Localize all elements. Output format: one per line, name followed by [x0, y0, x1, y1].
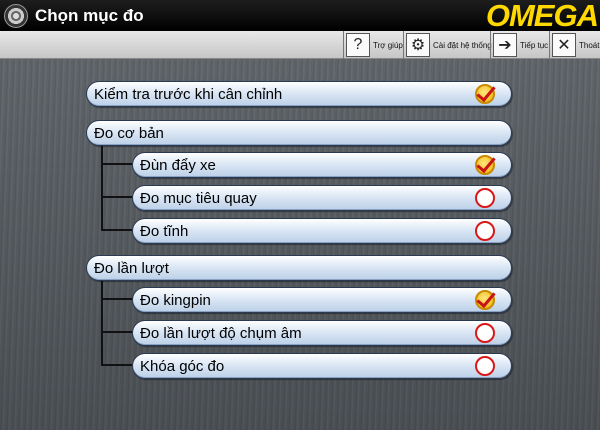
exit-label: Thoát — [579, 40, 600, 50]
next-label: Tiếp tục — [520, 40, 549, 50]
basic-group-header[interactable]: Đo cơ bản — [86, 120, 512, 146]
help-label: Trợ giúp — [373, 40, 403, 50]
wheel-icon — [4, 3, 28, 28]
tree-connector — [101, 145, 132, 165]
sequential-group-label: Đo lần lượt — [94, 259, 169, 277]
sequential-item-lock[interactable]: Khóa góc đo — [132, 353, 512, 379]
checkmark-icon[interactable] — [475, 84, 495, 104]
precheck-item[interactable]: Kiểm tra trước khi cân chỉnh — [86, 81, 512, 107]
toolbar-separator — [549, 31, 550, 59]
settings-button[interactable]: ⚙ Cài đặt hệ thống — [406, 32, 492, 58]
tree-connector — [101, 300, 132, 333]
basic-item-push[interactable]: Đùn đẩy xe — [132, 152, 512, 178]
item-label: Đo lần lượt độ chụm âm — [140, 324, 302, 342]
next-arrow-icon: ➔ — [493, 33, 517, 57]
settings-label: Cài đặt hệ thống — [433, 40, 492, 50]
question-icon: ? — [346, 33, 370, 57]
sequential-item-toe[interactable]: Đo lần lượt độ chụm âm — [132, 320, 512, 346]
item-label: Đo tĩnh — [140, 222, 189, 240]
basic-group-label: Đo cơ bản — [94, 124, 164, 142]
item-label: Khóa góc đo — [140, 357, 225, 375]
radio-circle-icon[interactable] — [475, 221, 495, 241]
item-label: Đo mục tiêu quay — [140, 189, 257, 207]
sequential-item-kingpin[interactable]: Đo kingpin — [132, 287, 512, 313]
tree-connector — [101, 280, 132, 300]
item-label: Đo kingpin — [140, 291, 211, 309]
title-bar: Chọn mục đo OMEGA — [0, 0, 600, 31]
gear-icon: ⚙ — [406, 33, 430, 57]
help-button[interactable]: ? Trợ giúp — [346, 32, 403, 58]
precheck-label: Kiểm tra trước khi cân chỉnh — [94, 85, 283, 103]
basic-item-static[interactable]: Đo tĩnh — [132, 218, 512, 244]
checkmark-icon[interactable] — [475, 290, 495, 310]
sequential-group-header[interactable]: Đo lần lượt — [86, 255, 512, 281]
omega-logo: OMEGA — [485, 0, 599, 33]
toolbar-separator — [403, 31, 404, 59]
checkmark-icon[interactable] — [475, 155, 495, 175]
toolbar: ? Trợ giúp ⚙ Cài đặt hệ thống ➔ Tiếp tục… — [0, 31, 600, 59]
window-title: Chọn mục đo — [35, 5, 144, 25]
radio-circle-icon[interactable] — [475, 356, 495, 376]
radio-circle-icon[interactable] — [475, 323, 495, 343]
next-button[interactable]: ➔ Tiếp tục — [493, 32, 548, 58]
tree-connector — [101, 333, 132, 366]
main-panel: Kiểm tra trước khi cân chỉnh Đo cơ bản Đ… — [0, 59, 600, 430]
exit-button[interactable]: ✕ Thoát — [552, 32, 599, 58]
basic-item-target[interactable]: Đo mục tiêu quay — [132, 185, 512, 211]
tree-connector — [101, 165, 132, 198]
close-icon: ✕ — [552, 33, 576, 57]
item-label: Đùn đẩy xe — [140, 156, 216, 174]
toolbar-separator — [490, 31, 491, 59]
tree-connector — [101, 198, 132, 231]
radio-circle-icon[interactable] — [475, 188, 495, 208]
toolbar-separator — [343, 31, 344, 59]
